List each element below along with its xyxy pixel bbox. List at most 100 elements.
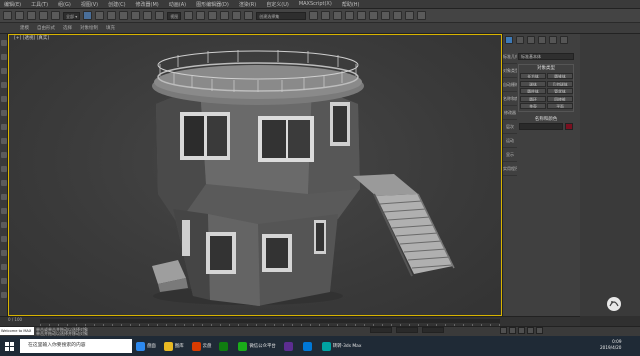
mirror-button[interactable] (309, 11, 319, 20)
object-type-button[interactable]: 圆环 (520, 95, 546, 102)
object-category-dropdown[interactable]: 标准基本体 (518, 53, 574, 60)
tool-icon[interactable] (1, 236, 7, 242)
snap-toggle-button[interactable] (208, 11, 218, 20)
object-name-field[interactable] (519, 123, 563, 130)
maxscript-listener[interactable]: Welcome to MAX (0, 327, 34, 335)
panel-side-label[interactable]: 标准几何体 (503, 50, 517, 64)
object-color-swatch[interactable] (565, 123, 573, 130)
menu-item[interactable]: 修改器(M) (136, 1, 159, 8)
scale-button[interactable] (155, 11, 165, 20)
play-button[interactable] (518, 327, 525, 334)
start-button[interactable] (0, 336, 18, 356)
taskbar-app[interactable]: 云盘 (188, 336, 216, 356)
prev-frame-button[interactable] (509, 327, 516, 334)
tool-icon[interactable] (1, 124, 7, 130)
z-coordinate-field[interactable] (422, 327, 444, 333)
ribbon-tab[interactable]: 对象绘制 (80, 25, 98, 31)
hierarchy-tab[interactable] (527, 36, 535, 44)
move-button[interactable] (131, 11, 141, 20)
graphite-button[interactable] (345, 11, 355, 20)
schematic-view-button[interactable] (369, 11, 379, 20)
object-type-button[interactable]: 四棱锥 (547, 95, 573, 102)
tool-icon[interactable] (1, 110, 7, 116)
panel-side-label[interactable]: 层次 (503, 120, 517, 134)
display-tab[interactable] (549, 36, 557, 44)
panel-side-label[interactable]: 对象类型 (503, 64, 517, 78)
taskbar-app[interactable] (280, 336, 299, 356)
panel-side-label[interactable]: 名称和颜色 (503, 92, 517, 106)
object-type-button[interactable]: 茶壶 (520, 103, 546, 109)
menu-item[interactable]: 视图(V) (81, 1, 98, 8)
unlink-button[interactable] (39, 11, 48, 20)
tool-icon[interactable] (1, 82, 7, 88)
panel-side-label[interactable]: 自动栅格 (503, 78, 517, 92)
bind-space-warp-button[interactable] (51, 11, 60, 20)
rendered-frame-button[interactable] (405, 11, 415, 20)
menu-item[interactable]: 动画(A) (169, 1, 186, 8)
window-crossing-button[interactable] (119, 11, 129, 20)
ribbon-tab[interactable]: 自由形式 (37, 25, 55, 31)
tool-icon[interactable] (1, 138, 7, 144)
panel-side-label[interactable]: 运动 (503, 134, 517, 148)
tool-icon[interactable] (1, 278, 7, 284)
taskbar-app[interactable]: 转转-3ds Max (318, 336, 366, 356)
object-type-title[interactable]: 对象类型 (518, 65, 574, 71)
tool-icon[interactable] (1, 264, 7, 270)
tool-icon[interactable] (1, 208, 7, 214)
object-type-button[interactable]: 长方体 (520, 73, 546, 79)
object-type-button[interactable]: 圆锥体 (547, 73, 573, 79)
rotate-button[interactable] (143, 11, 153, 20)
undo-button[interactable] (3, 11, 12, 20)
object-type-button[interactable]: 球体 (520, 80, 546, 87)
object-type-button[interactable]: 圆柱体 (520, 88, 546, 94)
taskbar-app[interactable]: 盘面 (132, 336, 160, 356)
utilities-tab[interactable] (560, 36, 568, 44)
rectangle-selection-button[interactable] (107, 11, 117, 20)
object-type-button[interactable]: 管状体 (547, 88, 573, 94)
taskbar-search-input[interactable]: 在这里输入你要搜索的内容 (20, 339, 132, 353)
tool-icon[interactable] (1, 68, 7, 74)
motion-tab[interactable] (538, 36, 546, 44)
taskbar-app[interactable]: 图库 (160, 336, 188, 356)
curve-editor-button[interactable] (357, 11, 367, 20)
go-to-start-button[interactable] (500, 327, 507, 334)
taskbar-app[interactable] (299, 336, 318, 356)
tool-icon[interactable] (1, 166, 7, 172)
selection-filter-dropdown[interactable]: 全部 ▾ (63, 11, 81, 20)
next-frame-button[interactable] (527, 327, 534, 334)
ribbon-tab[interactable]: 建模 (20, 25, 29, 31)
render-button[interactable] (417, 11, 427, 20)
menu-item[interactable]: 组(G) (58, 1, 71, 8)
tool-icon[interactable] (1, 194, 7, 200)
render-setup-button[interactable] (393, 11, 403, 20)
tool-icon[interactable] (1, 152, 7, 158)
link-button[interactable] (27, 11, 36, 20)
modify-tab[interactable] (516, 36, 524, 44)
menu-item[interactable]: 渲染(R) (239, 1, 256, 8)
tool-icon[interactable] (1, 54, 7, 60)
panel-side-label[interactable]: 修改器 (503, 106, 517, 120)
y-coordinate-field[interactable] (396, 327, 418, 333)
tool-icon[interactable] (1, 180, 7, 186)
tool-icon[interactable] (1, 292, 7, 298)
redo-button[interactable] (15, 11, 24, 20)
reference-coordinate-dropdown[interactable]: 视图 (167, 11, 182, 20)
system-clock[interactable]: 0:09 2019/4/20 (600, 339, 621, 351)
tool-icon[interactable] (1, 222, 7, 228)
menu-item[interactable]: 自定义(U) (266, 1, 289, 8)
named-selection-dropdown[interactable]: 创建选择集 (256, 11, 307, 20)
select-manipulate-button[interactable] (196, 11, 206, 20)
taskbar-app[interactable] (215, 336, 234, 356)
tool-icon[interactable] (1, 96, 7, 102)
x-coordinate-field[interactable] (370, 327, 392, 333)
layer-manager-button[interactable] (333, 11, 343, 20)
viewport-label[interactable]: [+] [透视] [真实] (14, 35, 49, 41)
time-slider[interactable] (40, 319, 500, 323)
ribbon-tab[interactable]: 选择 (63, 25, 72, 31)
panel-side-label[interactable]: 实用程序 (503, 162, 517, 176)
menu-item[interactable]: 创建(C) (108, 1, 125, 8)
select-object-button[interactable] (83, 11, 93, 20)
menu-item[interactable]: 图形编辑器(D) (196, 1, 229, 8)
menu-item[interactable]: MAXScript(X) (299, 1, 332, 7)
name-color-title[interactable]: 名称和颜色 (518, 116, 574, 122)
